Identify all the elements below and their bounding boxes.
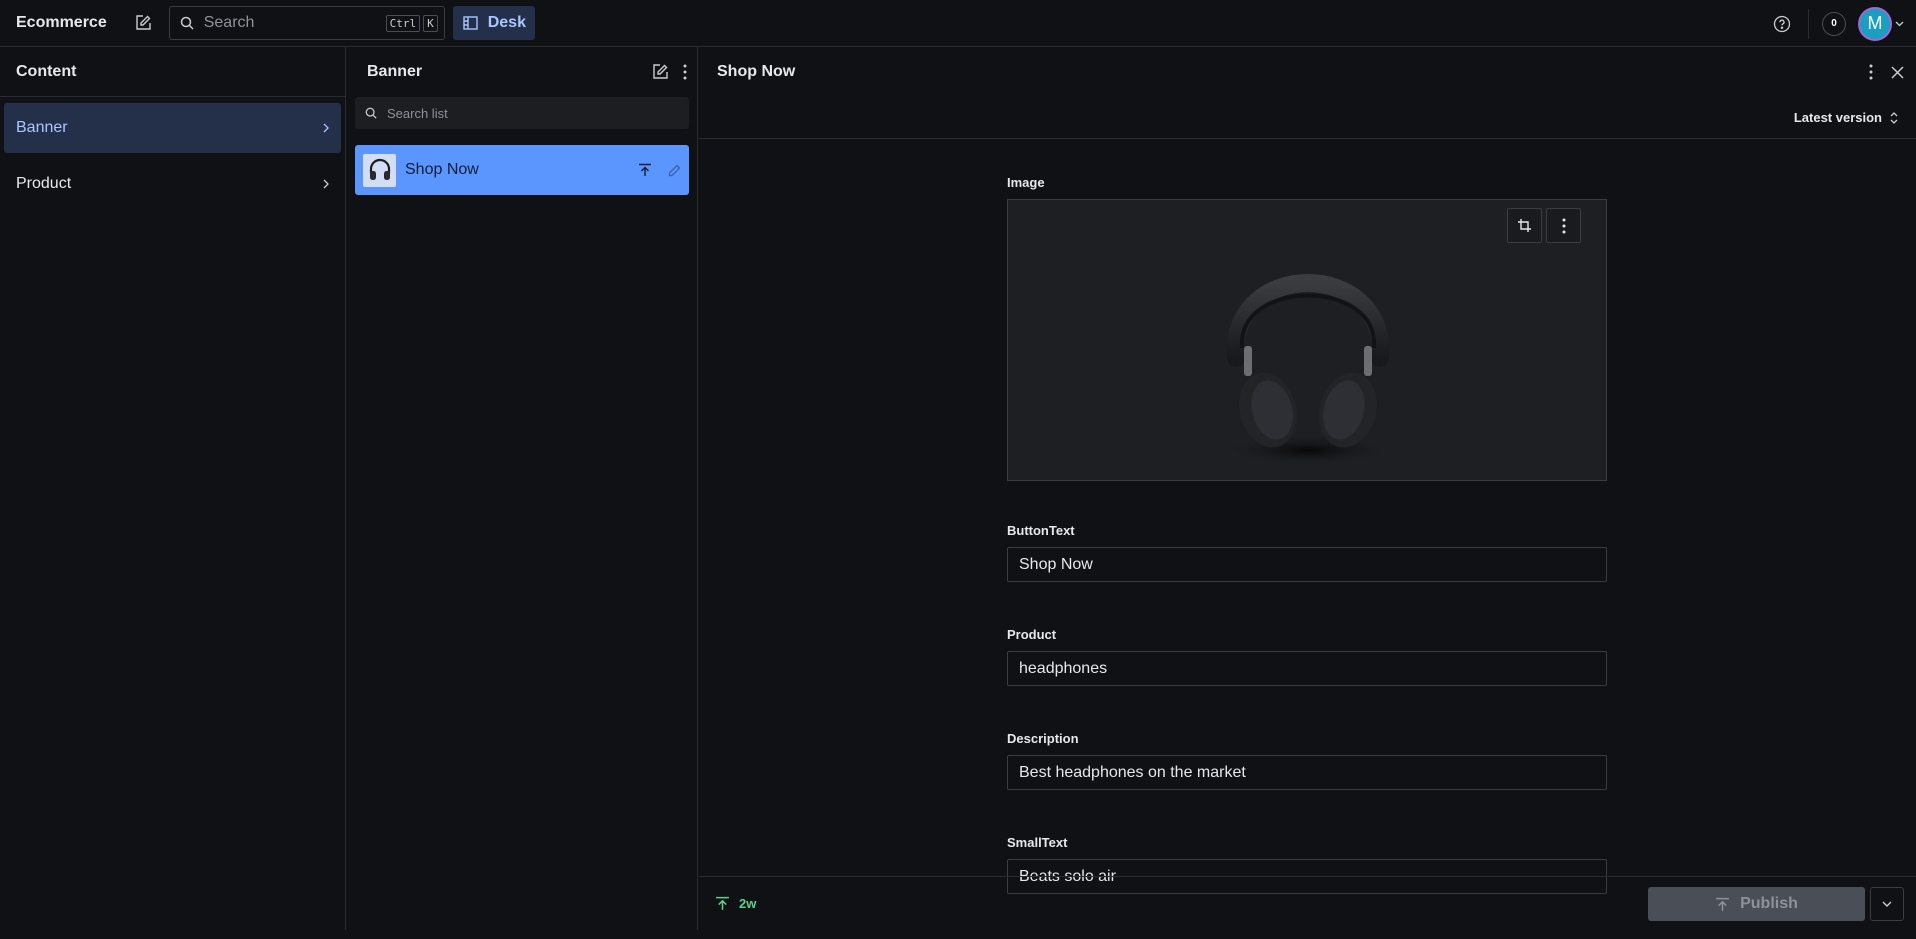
version-label: Latest version xyxy=(1793,110,1882,125)
content-item-label: Product xyxy=(16,175,72,192)
published-icon xyxy=(638,163,652,177)
version-selector[interactable]: Latest version xyxy=(699,97,1916,139)
desk-icon xyxy=(463,16,478,30)
document-form: Image ButtonText Shop Now Product headph… xyxy=(1007,175,1607,939)
more-vertical-icon[interactable] xyxy=(1869,64,1873,80)
shortcut-key-k: K xyxy=(423,14,438,32)
more-vertical-icon xyxy=(1562,218,1565,233)
close-icon[interactable] xyxy=(1891,65,1904,79)
crop-button[interactable] xyxy=(1507,208,1542,243)
list-pane-title: Banner xyxy=(367,63,423,80)
document-list-pane: Banner Search list Shop Now xyxy=(347,47,698,930)
list-search-input[interactable]: Search list xyxy=(355,97,689,129)
product-input[interactable]: headphones xyxy=(1007,651,1607,686)
document-item-shop-now[interactable]: Shop Now xyxy=(355,145,689,195)
search-placeholder: Search xyxy=(203,14,255,31)
document-thumbnail xyxy=(363,153,396,187)
user-avatar[interactable]: M xyxy=(1858,6,1892,41)
document-editor-title: Shop Now xyxy=(717,63,796,80)
chevron-down-icon xyxy=(1882,901,1892,907)
desk-tool-button[interactable]: Desk xyxy=(452,6,535,40)
field-label-description: Description xyxy=(1007,731,1079,746)
search-icon xyxy=(180,16,194,30)
description-input[interactable]: Best headphones on the market xyxy=(1007,755,1607,790)
field-label-product: Product xyxy=(1007,627,1057,642)
publish-icon xyxy=(1716,897,1730,911)
headphones-image xyxy=(1223,274,1393,466)
notification-count-badge[interactable]: 0 xyxy=(1822,11,1846,36)
crop-icon xyxy=(1518,219,1531,232)
document-title: Shop Now xyxy=(405,161,479,178)
chevron-down-icon[interactable] xyxy=(1895,21,1904,27)
compose-icon[interactable] xyxy=(131,11,155,35)
edit-pencil-icon xyxy=(668,164,681,177)
image-field[interactable] xyxy=(1007,199,1607,481)
create-document-icon[interactable] xyxy=(651,63,669,81)
desk-label: Desk xyxy=(487,14,526,31)
content-pane: Content Banner Product xyxy=(0,47,346,930)
publish-status[interactable]: 2w xyxy=(715,896,756,911)
more-vertical-icon[interactable] xyxy=(683,64,687,80)
help-icon[interactable] xyxy=(1772,14,1792,34)
field-label-buttontext: ButtonText xyxy=(1007,523,1075,538)
list-search-placeholder: Search list xyxy=(387,105,448,121)
publish-button[interactable]: Publish xyxy=(1648,887,1865,921)
document-editor-pane: Shop Now Latest version Image ButtonText… xyxy=(699,47,1916,930)
global-search-input[interactable]: Search Ctrl K xyxy=(168,6,445,40)
headphones-icon xyxy=(369,158,390,180)
buttontext-input[interactable]: Shop Now xyxy=(1007,547,1607,582)
topbar-divider xyxy=(1808,8,1809,39)
search-icon xyxy=(365,107,377,119)
top-bar: Ecommerce Search Ctrl K Desk 0 M xyxy=(0,0,1916,47)
content-pane-title: Content xyxy=(0,47,345,97)
shortcut-key-ctrl: Ctrl xyxy=(385,14,421,32)
sort-updown-icon xyxy=(1890,111,1898,124)
app-brand[interactable]: Ecommerce xyxy=(16,14,107,32)
chevron-right-icon xyxy=(323,179,329,189)
published-icon xyxy=(716,896,729,910)
field-label-image: Image xyxy=(1007,175,1045,190)
content-item-product[interactable]: Product xyxy=(4,159,341,209)
content-item-label: Banner xyxy=(16,119,68,136)
publish-label: Publish xyxy=(1740,895,1798,912)
field-label-smalltext: SmallText xyxy=(1007,835,1068,850)
image-options-button[interactable] xyxy=(1546,208,1581,243)
content-item-banner[interactable]: Banner xyxy=(4,103,341,153)
published-ago: 2w xyxy=(739,896,757,911)
document-footer: 2w Publish xyxy=(699,876,1916,930)
chevron-right-icon xyxy=(323,123,329,133)
publish-options-button[interactable] xyxy=(1870,887,1904,921)
